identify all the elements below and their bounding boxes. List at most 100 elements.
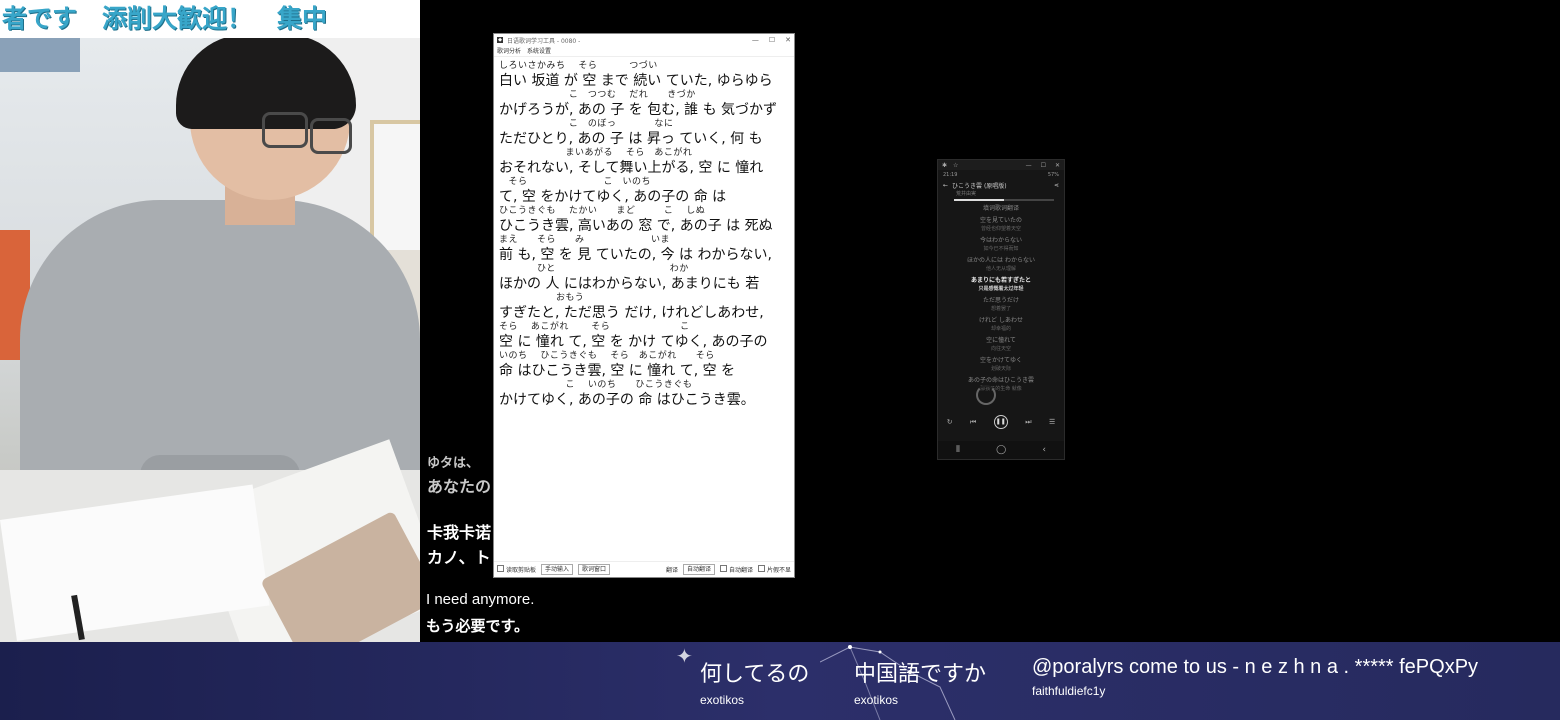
picture-frame bbox=[370, 120, 420, 258]
phone-lyric-translation: 只是感慨着太过年轻 bbox=[978, 286, 1024, 292]
phone-lyric-line: 空を見ていたの 曾经也仰望着天空 bbox=[938, 217, 1064, 233]
app-icon: ◆ bbox=[497, 37, 503, 43]
glasses-left bbox=[262, 112, 308, 148]
checkbox-icon bbox=[497, 565, 504, 572]
phone-time: 21:19 bbox=[943, 172, 958, 178]
chat-username: exotikos bbox=[700, 693, 745, 707]
subtitle-partial-3: カノ、ト bbox=[427, 550, 491, 567]
back-icon[interactable]: ‹ bbox=[1042, 445, 1046, 455]
app-titlebar[interactable]: ◆ 日语歌词学习工具 - 0080 - — ☐ ✕ bbox=[494, 34, 794, 46]
volume-fill bbox=[954, 199, 1004, 201]
lyric-line: こ つつむ だれ きづか かげろうが, あの 子 を 包む, 誰 も 気づかず bbox=[499, 86, 789, 118]
back-arrow-icon[interactable]: ← bbox=[943, 182, 948, 189]
glasses-right bbox=[310, 118, 352, 154]
hide-furigana-option[interactable]: 片假不显 bbox=[757, 565, 791, 574]
phone-lyric-jp: 空を見ていたの bbox=[979, 217, 1022, 224]
close-icon[interactable]: ✕ bbox=[785, 36, 791, 44]
phone-lyric-jp: 今はわからない bbox=[979, 237, 1022, 244]
maximize-icon[interactable]: ☐ bbox=[1041, 162, 1046, 169]
phone-battery: 57% bbox=[1047, 172, 1059, 178]
app-title: 日语歌词学习工具 - 0080 - bbox=[507, 37, 581, 45]
webcam-feed: 者です 添削大歓迎！ 集中 bbox=[0, 0, 420, 642]
pause-icon[interactable]: ❚❚ bbox=[993, 415, 1008, 429]
phone-lyric-jp: 空に憧れて bbox=[986, 337, 1016, 344]
phone-lyric-line: あまりにも若すぎたと 只是感慨着太过年轻 bbox=[938, 277, 1064, 293]
phone-mirror-window[interactable]: ✱ ☆ — ☐ ✕ 21:19 57% ← ひこうき雲 (原唱版) ⋖ 荒井由実… bbox=[937, 159, 1065, 460]
share-icon[interactable]: ⋖ bbox=[1054, 182, 1059, 189]
hide-furigana-label: 片假不显 bbox=[766, 567, 791, 574]
volume-bar[interactable] bbox=[954, 199, 1054, 201]
minimize-icon[interactable]: — bbox=[1026, 162, 1032, 169]
subtitle-partial-1: あなたの bbox=[427, 479, 492, 496]
chat-overlay: ✦ 何してるの exotikos 中国語ですか exotikos @poraly… bbox=[0, 642, 1560, 720]
translate-mode-select[interactable]: 自动翻译 bbox=[682, 564, 715, 575]
lyric-line: ひと わか ほかの 人 にはわからない, あまりにも 若 bbox=[499, 260, 789, 292]
phone-window-bar: ✱ ☆ — ☐ ✕ bbox=[938, 160, 1064, 170]
read-clipboard-option[interactable]: 读取剪贴板 bbox=[497, 565, 536, 574]
menu-lyrics-analysis[interactable]: 歌词分析 bbox=[497, 46, 521, 56]
gear-icon[interactable]: ✱ bbox=[942, 162, 947, 169]
translate-label: 翻译 bbox=[665, 567, 678, 574]
lyric-line: おもう すぎたと, ただ思う だけ, けれどしあわせ, bbox=[499, 289, 789, 321]
maximize-icon[interactable]: ☐ bbox=[769, 36, 775, 44]
pin-icon[interactable]: ☆ bbox=[953, 162, 958, 169]
previous-icon[interactable]: ⏮ bbox=[970, 418, 976, 427]
lyrics-window-button[interactable]: 歌词窗口 bbox=[578, 564, 611, 575]
chat-message-text: 中国語ですか bbox=[854, 661, 987, 686]
phone-lyric-line: 空をかけてゆく 划破天际 bbox=[938, 357, 1064, 373]
star-icon: ✦ bbox=[676, 644, 693, 668]
phone-lyric-translation: 划破天际 bbox=[990, 366, 1011, 372]
phone-lyric-translation: 那孩子的生命 就像 bbox=[980, 386, 1022, 392]
chat-message-text: @poralyrs come to us - n e z h n a . ***… bbox=[1032, 656, 1479, 678]
playlist-icon[interactable]: ☰ bbox=[1049, 418, 1055, 426]
song-title: ひこうき雲 (原唱版) bbox=[952, 182, 1007, 190]
read-clipboard-label: 读取剪贴板 bbox=[506, 567, 537, 574]
subtitle-partial-2: 卡我卡诺 bbox=[427, 525, 492, 542]
phone-lyric-line: あの子の命はひこうき雲 那孩子的生命 就像 bbox=[938, 377, 1064, 393]
next-icon[interactable]: ⏭ bbox=[1025, 418, 1031, 427]
recents-icon[interactable]: ⦀ bbox=[956, 445, 960, 455]
lyric-line: そら こ いのち て, 空 をかけてゆく, あの子の 命 は bbox=[499, 173, 789, 205]
app-bottombar: 读取剪贴板 手动输入 歌词窗口 翻译 自动翻译 自动翻译 片假不显 bbox=[494, 561, 794, 577]
chat-username: exotikos bbox=[854, 693, 899, 707]
app-menubar: 歌词分析 系统设置 bbox=[494, 46, 794, 57]
chat-message: @poralyrs come to us - n e z h n a . ***… bbox=[1032, 656, 1478, 698]
chat-message: 何してるの exotikos bbox=[700, 656, 809, 707]
phone-lyric-line: ほかの人には わからない 他人无从理解 bbox=[938, 257, 1064, 273]
phone-status-bar: 21:19 57% bbox=[938, 170, 1064, 180]
lyrics-header: 填词歌词翻译 bbox=[982, 205, 1019, 212]
song-header: ← ひこうき雲 (原唱版) ⋖ bbox=[938, 180, 1064, 190]
lyric-line: そら あこがれ そら こ空 に 憧れ て, 空 を かけ てゆく, あの子の bbox=[499, 318, 789, 350]
phone-lyric-translation: 想着罢了 bbox=[990, 306, 1011, 312]
android-nav-bar: ⦀ ◯ ‹ bbox=[938, 441, 1064, 459]
menu-settings[interactable]: 系统设置 bbox=[527, 46, 551, 56]
close-icon[interactable]: ✕ bbox=[1055, 162, 1060, 169]
phone-lyric-jp: あの子の命はひこうき雲 bbox=[967, 377, 1034, 384]
lyric-line: まいあがる そら あこがれ おそれない, そして舞い上がる, 空 に 憧れ bbox=[499, 144, 789, 176]
home-icon[interactable]: ◯ bbox=[996, 445, 1006, 455]
lyric-line: こ いのち ひこうきぐも かけてゆく, あの子の 命 はひこうき雲。 bbox=[499, 376, 789, 408]
lyric-line: こ のぼっ なに ただひとり, あの 子 は 昇っ ていく, 何 も bbox=[499, 115, 789, 147]
chat-message-text: 何してるの bbox=[700, 661, 810, 686]
phone-lyric-translation: 他人无从理解 bbox=[985, 266, 1016, 272]
repeat-icon[interactable]: ↻ bbox=[947, 418, 953, 426]
phone-lyric-line: けれど しあわせ 却幸福的 bbox=[938, 317, 1064, 333]
phone-lyric-line: 空に憧れて 向往天空 bbox=[938, 337, 1064, 353]
stream-banner: 者です 添削大歓迎！ 集中 bbox=[0, 0, 420, 38]
auto-flip-option[interactable]: 自动翻译 bbox=[719, 565, 753, 574]
manual-input-button[interactable]: 手动输入 bbox=[541, 564, 574, 575]
phone-lyric-translation: 如今已不得而知 bbox=[983, 246, 1019, 252]
lyric-line: いのち ひこうきぐも そら あこがれ そら命 はひこうき雲, 空 に 憧れ て,… bbox=[499, 347, 789, 379]
phone-lyric-jp: 空をかけてゆく bbox=[979, 357, 1022, 364]
lyric-line: しろいさかみち そら つづい 白い 坂道 が 空 まで 続い ていた, ゆらゆら bbox=[499, 57, 789, 89]
lyrics-content: しろいさかみち そら つづい 白い 坂道 が 空 まで 続い ていた, ゆらゆら … bbox=[494, 57, 794, 408]
phone-lyric-jp: ほかの人には わからない bbox=[967, 257, 1035, 264]
lyrics-app-window[interactable]: ◆ 日语歌词学习工具 - 0080 - — ☐ ✕ 歌词分析 系统设置 しろいさ… bbox=[493, 33, 795, 578]
player-controls: ↻ ⏮ ❚❚ ⏭ ☰ bbox=[938, 415, 1064, 429]
minimize-icon[interactable]: — bbox=[752, 36, 759, 44]
lyric-line: ひこうきぐも たかい まど こ しぬ ひこうき雲, 高いあの 窓 で, あの子 は… bbox=[499, 202, 789, 234]
lyric-text[interactable]: かけてゆく, あの子の 命 はひこうき雲。 bbox=[499, 389, 755, 409]
phone-lyric-jp: けれど しあわせ bbox=[979, 317, 1023, 324]
phone-lyric-jp: ただ思うだけ bbox=[982, 297, 1019, 304]
wall-poster bbox=[0, 38, 80, 72]
